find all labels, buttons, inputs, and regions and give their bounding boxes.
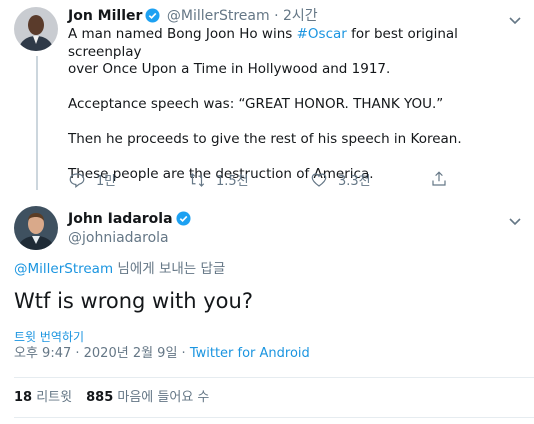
tweet2-author-name[interactable]: John Iadarola — [68, 211, 173, 227]
likes-count: 885 — [86, 390, 114, 405]
retweets-count: 18 — [14, 390, 33, 405]
retweets-label: 리트윗 — [32, 390, 73, 405]
likes-stat[interactable]: 885 마음에 들어요 수 — [86, 390, 209, 405]
tweet1-header: Jon Miller @MillerStream · 2시간 — [68, 7, 318, 28]
tweet1-handle[interactable]: @MillerStream — [167, 8, 270, 24]
hashtag-oscar-link[interactable]: #Oscar — [297, 26, 347, 42]
reply-count: 1만 — [96, 174, 117, 189]
reply-to-suffix: 님에게 보내는 답글 — [113, 261, 226, 277]
retweet-icon — [189, 172, 205, 187]
replying-to: @MillerStream 님에게 보내는 답글 — [14, 260, 225, 278]
chevron-down-icon[interactable] — [508, 11, 522, 25]
reply-icon — [69, 172, 85, 188]
jon-miller-avatar[interactable] — [14, 7, 58, 51]
tweet1-text-line4: Then he proceeds to give the rest of his… — [68, 131, 462, 147]
verified-badge-icon — [145, 8, 160, 28]
tweet2-text: Wtf is wrong with you? — [14, 289, 253, 313]
translate-tweet-link[interactable]: 트윗 번역하기 — [14, 329, 84, 345]
like-count: 3.3천 — [338, 174, 371, 189]
thread-line — [36, 56, 38, 190]
tweet1-author-name[interactable]: Jon Miller — [68, 8, 142, 24]
tweet2-stats: 18 리트윗 885 마음에 들어요 수 — [14, 389, 209, 407]
like-button[interactable]: 3.3천 — [310, 170, 371, 189]
tweet2-handle[interactable]: @johniadarola — [68, 229, 169, 247]
retweets-stat[interactable]: 18 리트윗 — [14, 390, 72, 405]
tweet1-text-line3: Acceptance speech was: “GREAT HONOR. THA… — [68, 96, 444, 112]
divider — [14, 417, 534, 418]
separator-dot: · — [274, 8, 279, 24]
tweet-source-link[interactable]: Twitter for Android — [190, 346, 310, 361]
reply-button[interactable]: 1만 — [68, 170, 116, 189]
share-icon — [432, 171, 446, 186]
tweet2-name-row: John Iadarola — [68, 210, 193, 231]
share-button[interactable] — [430, 170, 458, 188]
tweet2-meta: 오후 9:47 · 2020년 2월 9일 · Twitter for Andr… — [14, 345, 310, 363]
retweet-button[interactable]: 1.5천 — [188, 170, 249, 189]
tweet1-actions: 1만 1.5천 3.3천 — [68, 170, 458, 190]
tweet2-timestamp[interactable]: 오후 9:47 · 2020년 2월 9일 · — [14, 346, 190, 361]
retweet-count: 1.5천 — [216, 174, 249, 189]
tweet1-text-line2: over Once Upon a Time in Hollywood and 1… — [68, 61, 391, 77]
tweet1-text: A man named Bong Joon Ho wins #Oscar for… — [68, 26, 518, 184]
divider — [14, 377, 534, 378]
john-iadarola-avatar[interactable] — [14, 206, 58, 250]
likes-label: 마음에 들어요 수 — [113, 390, 210, 405]
reply-to-handle-link[interactable]: @MillerStream — [14, 261, 113, 277]
like-icon — [311, 173, 327, 187]
tweet1-time[interactable]: 2시간 — [283, 8, 318, 24]
verified-badge-icon — [176, 211, 191, 231]
chevron-down-icon[interactable] — [508, 212, 522, 226]
tweet1-text-line1a: A man named Bong Joon Ho wins — [68, 26, 297, 42]
